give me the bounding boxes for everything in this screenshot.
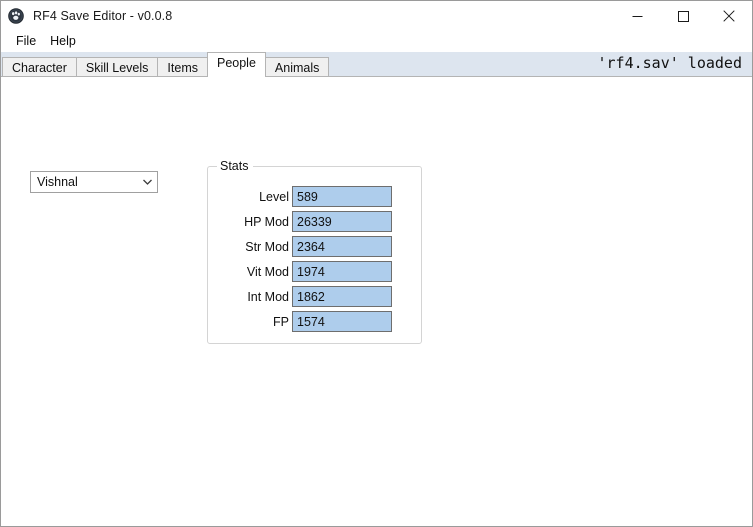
stat-row-int-mod: Int Mod 1862 xyxy=(208,286,421,307)
stats-group-box: Stats Level 589 HP Mod 26339 Str Mod 236… xyxy=(207,159,422,344)
window-title: RF4 Save Editor - v0.0.8 xyxy=(33,9,173,23)
close-icon xyxy=(723,10,735,22)
stat-label-vit-mod: Vit Mod xyxy=(246,264,289,279)
status-text: 'rf4.sav' loaded xyxy=(597,54,743,72)
minimize-button[interactable] xyxy=(614,1,660,31)
stat-label-hp-mod: HP Mod xyxy=(244,214,289,229)
tab-items-label: Items xyxy=(167,60,198,75)
tab-skill-levels[interactable]: Skill Levels xyxy=(75,57,159,77)
stat-input-int-mod[interactable]: 1862 xyxy=(292,286,392,307)
stat-row-fp: FP 1574 xyxy=(208,311,421,332)
maximize-icon xyxy=(677,10,689,22)
tab-people-label: People xyxy=(216,56,256,70)
tab-content-people: Vishnal Stats Level 589 HP Mod 26339 Str… xyxy=(1,76,752,526)
stat-input-vit-mod[interactable]: 1974 xyxy=(292,261,392,282)
stat-row-vit-mod: Vit Mod 1974 xyxy=(208,261,421,282)
stat-label-level: Level xyxy=(259,189,289,204)
tab-items[interactable]: Items xyxy=(157,57,208,77)
tab-animals[interactable]: Animals xyxy=(264,57,330,77)
tab-people[interactable]: People xyxy=(206,52,266,77)
stat-label-str-mod: Str Mod xyxy=(245,239,289,254)
app-window: RF4 Save Editor - v0.0.8 File Help Chara… xyxy=(0,0,753,527)
menu-item-file[interactable]: File xyxy=(9,33,43,50)
stat-input-level[interactable]: 589 xyxy=(292,186,392,207)
tab-character[interactable]: Character xyxy=(2,57,77,77)
stat-label-fp: FP xyxy=(273,314,289,329)
stat-label-int-mod: Int Mod xyxy=(247,289,289,304)
character-select-value: Vishnal xyxy=(37,175,78,189)
stats-group-legend: Stats xyxy=(217,159,253,174)
tab-character-label: Character xyxy=(12,60,67,75)
tab-skill-levels-label: Skill Levels xyxy=(85,60,149,75)
app-paw-icon xyxy=(8,8,24,24)
stat-input-hp-mod[interactable]: 26339 xyxy=(292,211,392,232)
menu-item-help[interactable]: Help xyxy=(43,33,83,50)
maximize-button[interactable] xyxy=(660,1,706,31)
stat-row-level: Level 589 xyxy=(208,186,421,207)
status-bar: 'rf4.sav' loaded xyxy=(598,51,751,75)
stat-row-hp-mod: HP Mod 26339 xyxy=(208,211,421,232)
stat-input-fp[interactable]: 1574 xyxy=(292,311,392,332)
stats-field-list: Level 589 HP Mod 26339 Str Mod 2364 Vit … xyxy=(208,186,421,336)
tab-animals-label: Animals xyxy=(274,60,320,75)
title-bar: RF4 Save Editor - v0.0.8 xyxy=(1,0,752,31)
menu-bar: File Help xyxy=(1,31,752,52)
stat-input-str-mod[interactable]: 2364 xyxy=(292,236,392,257)
minimize-icon xyxy=(632,15,642,17)
close-button[interactable] xyxy=(706,1,752,31)
chevron-down-icon xyxy=(137,172,157,192)
stat-row-str-mod: Str Mod 2364 xyxy=(208,236,421,257)
character-select[interactable]: Vishnal xyxy=(30,171,158,193)
window-controls xyxy=(614,1,752,31)
